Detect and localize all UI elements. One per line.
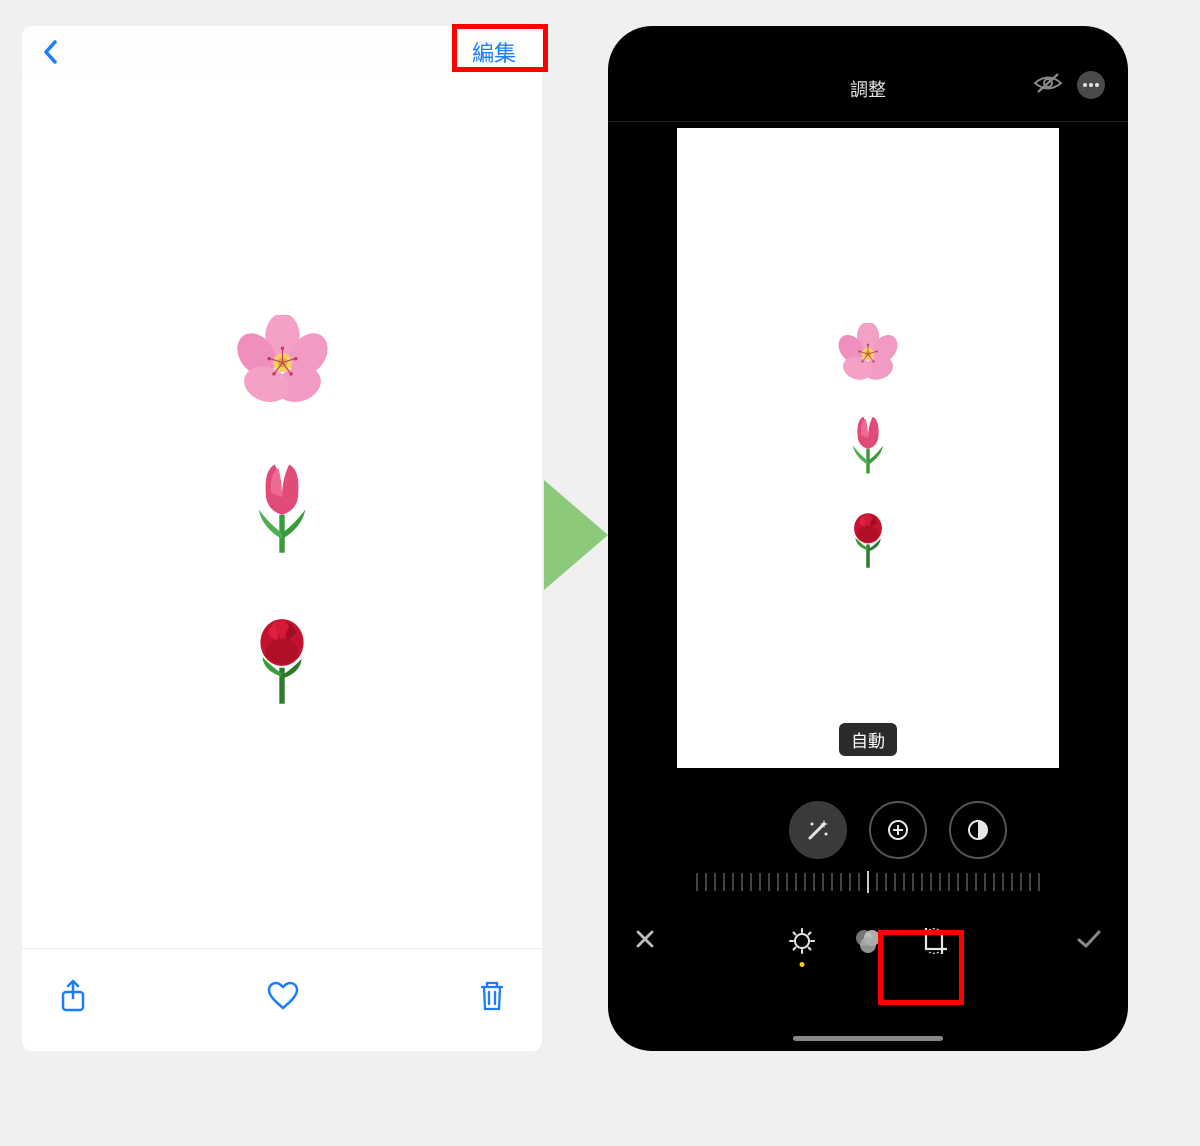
editor-canvas[interactable]: 自動 (677, 128, 1059, 768)
photo-editor-screen: 調整 自動 (608, 26, 1128, 1051)
rose-icon (839, 501, 897, 573)
editor-title: 調整 (850, 76, 886, 102)
auto-enhance-pill[interactable]: 自動 (839, 723, 897, 756)
editor-canvas-wrap: 自動 (608, 122, 1128, 792)
share-button[interactable] (58, 978, 88, 1019)
edit-button[interactable]: 編集 (458, 28, 530, 76)
adjust-mode-button[interactable] (784, 923, 820, 959)
cherry-blossom-icon (837, 323, 899, 385)
adjustment-dial[interactable] (608, 868, 1128, 896)
filters-mode-button[interactable] (850, 923, 886, 959)
photo-viewer-screen: 編集 (22, 26, 542, 1051)
editor-topbar: 調整 (608, 26, 1128, 122)
contrast-tool[interactable] (949, 801, 1007, 859)
more-options-button[interactable] (1076, 70, 1106, 100)
back-button[interactable] (34, 35, 68, 69)
photo-canvas (22, 78, 542, 948)
editor-bottombar (608, 896, 1128, 986)
crop-mode-button[interactable] (916, 923, 952, 959)
magic-wand-tool[interactable] (789, 801, 847, 859)
tulip-icon (237, 448, 327, 563)
viewer-topbar: 編集 (22, 26, 542, 78)
tulip-icon (839, 405, 897, 481)
confirm-button[interactable] (1076, 928, 1102, 955)
cherry-blossom-icon (235, 315, 330, 410)
arrow-connector (544, 480, 614, 590)
viewer-bottombar (22, 948, 542, 1048)
brightness-tool[interactable] (869, 801, 927, 859)
cancel-button[interactable] (634, 928, 656, 955)
visibility-toggle-button[interactable] (1032, 70, 1062, 100)
favorite-button[interactable] (266, 981, 300, 1016)
rose-icon (237, 601, 327, 711)
adjust-tools-row (608, 792, 1128, 868)
delete-button[interactable] (478, 979, 506, 1018)
home-indicator[interactable] (793, 1036, 943, 1041)
